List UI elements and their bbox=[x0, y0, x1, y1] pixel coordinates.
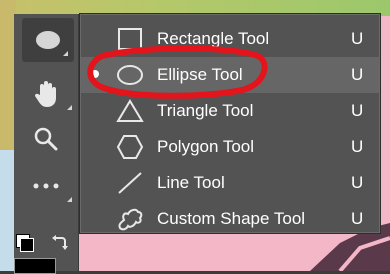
triangle-icon bbox=[115, 96, 145, 126]
menu-item-label: Custom Shape Tool bbox=[157, 209, 306, 228]
tool-group-indicator bbox=[67, 197, 72, 202]
menu-item-shortcut: U bbox=[351, 137, 364, 156]
foreground-color-large[interactable] bbox=[14, 258, 56, 274]
menu-item-shortcut: U bbox=[351, 209, 364, 228]
menu-item-ellipse-tool[interactable]: Ellipse Tool U bbox=[81, 57, 379, 93]
hand-icon bbox=[34, 81, 56, 107]
menu-item-label: Rectangle Tool bbox=[157, 29, 270, 48]
hand-tool-button[interactable] bbox=[14, 72, 78, 116]
selected-indicator bbox=[91, 70, 99, 78]
color-swatches bbox=[14, 228, 78, 274]
menu-item-shortcut: U bbox=[351, 101, 364, 120]
more-tools-icon bbox=[33, 183, 59, 189]
menu-item-triangle-tool[interactable]: Triangle Tool U bbox=[81, 93, 379, 129]
menu-item-shortcut: U bbox=[351, 65, 364, 84]
zoom-tool-button[interactable] bbox=[14, 117, 78, 161]
menu-item-label: Line Tool bbox=[157, 173, 225, 192]
tool-group-indicator bbox=[63, 51, 68, 56]
more-tools-button[interactable] bbox=[14, 164, 78, 208]
rectangle-icon bbox=[115, 24, 145, 54]
foreground-color-swatch[interactable] bbox=[20, 238, 34, 252]
ellipse-tool-icon bbox=[36, 31, 60, 49]
menu-item-label: Polygon Tool bbox=[157, 137, 255, 156]
polygon-icon bbox=[115, 132, 145, 162]
ellipse-icon bbox=[115, 60, 145, 90]
menu-item-shortcut: U bbox=[351, 173, 364, 192]
shape-tools-flyout: Rectangle Tool U Ellipse Tool U Triangle… bbox=[80, 14, 380, 233]
menu-item-label: Triangle Tool bbox=[157, 101, 254, 120]
menu-item-shortcut: U bbox=[351, 29, 364, 48]
custom-shape-icon bbox=[115, 204, 145, 234]
zoom-icon bbox=[34, 127, 58, 151]
menu-item-line-tool[interactable]: Line Tool U bbox=[81, 165, 379, 201]
menu-item-custom-shape-tool[interactable]: Custom Shape Tool U bbox=[81, 201, 379, 237]
menu-item-rectangle-tool[interactable]: Rectangle Tool U bbox=[81, 21, 379, 57]
line-icon bbox=[115, 168, 145, 198]
swap-colors-icon[interactable] bbox=[50, 234, 68, 252]
ellipse-tool-button[interactable] bbox=[22, 18, 74, 62]
tools-panel bbox=[14, 14, 79, 274]
menu-item-label: Ellipse Tool bbox=[157, 65, 243, 84]
menu-item-polygon-tool[interactable]: Polygon Tool U bbox=[81, 129, 379, 165]
tool-group-indicator bbox=[67, 105, 72, 110]
